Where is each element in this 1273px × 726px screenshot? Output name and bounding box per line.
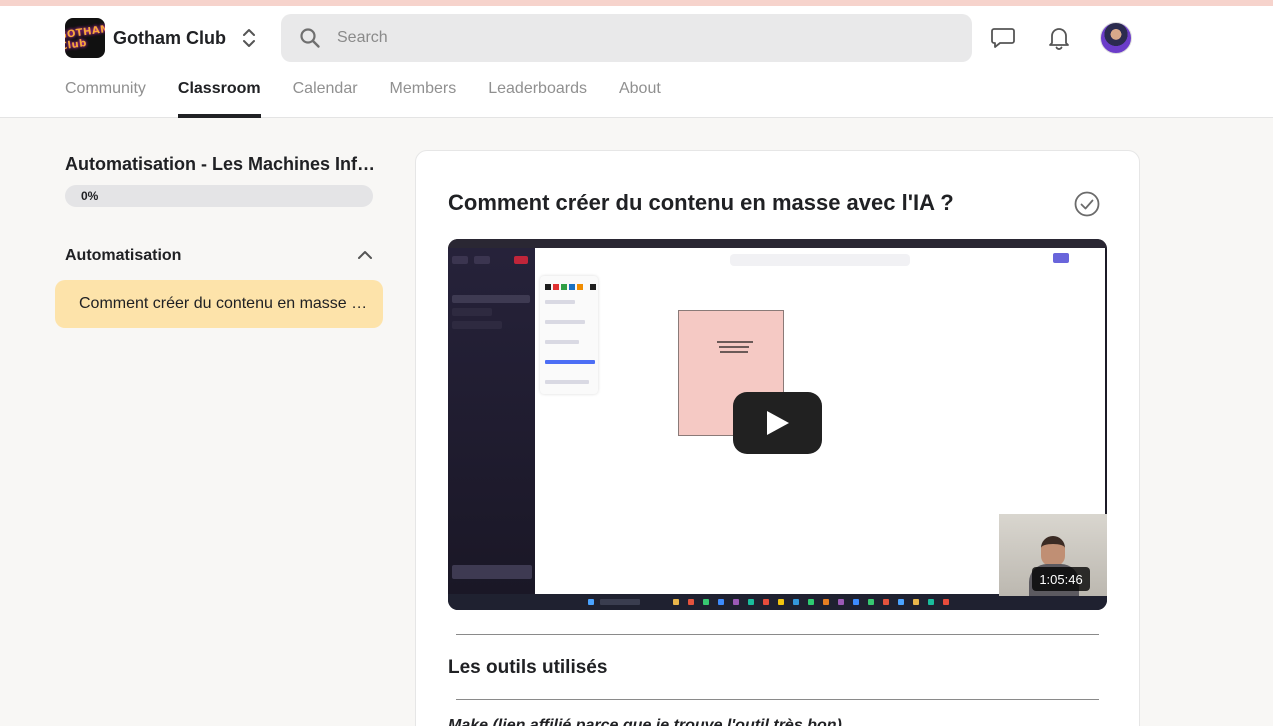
divider [456, 699, 1099, 700]
video-frame-sidebar [448, 248, 535, 594]
body-text-line[interactable]: Make (lien affilié parce que je trouve l… [448, 717, 842, 726]
lesson-item-label: Comment créer du contenu en masse avec l… [79, 295, 369, 312]
tab-calendar[interactable]: Calendar [293, 72, 358, 118]
course-title: Automatisation - Les Machines Infernales [65, 154, 385, 174]
section-title: Les outils utilisés [448, 657, 608, 678]
group-name[interactable]: Gotham Club [113, 28, 226, 49]
lesson-item-active[interactable]: Comment créer du contenu en masse avec l… [55, 280, 383, 328]
group-logo[interactable]: GOTHAM Club [65, 18, 105, 58]
search-input[interactable] [337, 14, 937, 62]
module-header[interactable]: Automatisation [65, 244, 373, 268]
course-progress-bar: 0% [65, 185, 373, 207]
module-title: Automatisation [65, 247, 182, 264]
bell-icon[interactable] [1043, 22, 1075, 54]
play-icon[interactable] [733, 392, 822, 454]
video-frame-browser-bar [448, 239, 1107, 248]
video-frame-taskbar [448, 594, 1107, 610]
divider [456, 634, 1099, 635]
main-nav: Community Classroom Calendar Members Lea… [65, 72, 693, 118]
tab-leaderboards[interactable]: Leaderboards [488, 72, 587, 118]
top-header: GOTHAM Club Gotham Club Community Classr… [0, 6, 1273, 118]
chevron-up-down-icon[interactable] [238, 25, 260, 51]
lesson-card: Comment créer du contenu en masse avec l… [415, 150, 1140, 726]
search-bar[interactable] [281, 14, 972, 62]
video-player[interactable]: 1:05:46 [448, 239, 1107, 610]
progress-label: 0% [81, 189, 99, 203]
chat-icon[interactable] [987, 22, 1019, 54]
user-avatar[interactable] [1100, 22, 1132, 54]
tab-members[interactable]: Members [390, 72, 457, 118]
chevron-up-icon[interactable] [357, 247, 373, 265]
video-duration: 1:05:46 [1032, 567, 1090, 591]
tab-community[interactable]: Community [65, 72, 146, 118]
check-circle-icon[interactable] [1074, 191, 1100, 217]
tab-about[interactable]: About [619, 72, 661, 118]
lesson-title: Comment créer du contenu en masse avec l… [448, 190, 954, 215]
search-icon [299, 27, 321, 54]
group-logo-text: GOTHAM Club [65, 23, 105, 53]
tab-classroom[interactable]: Classroom [177, 72, 261, 118]
